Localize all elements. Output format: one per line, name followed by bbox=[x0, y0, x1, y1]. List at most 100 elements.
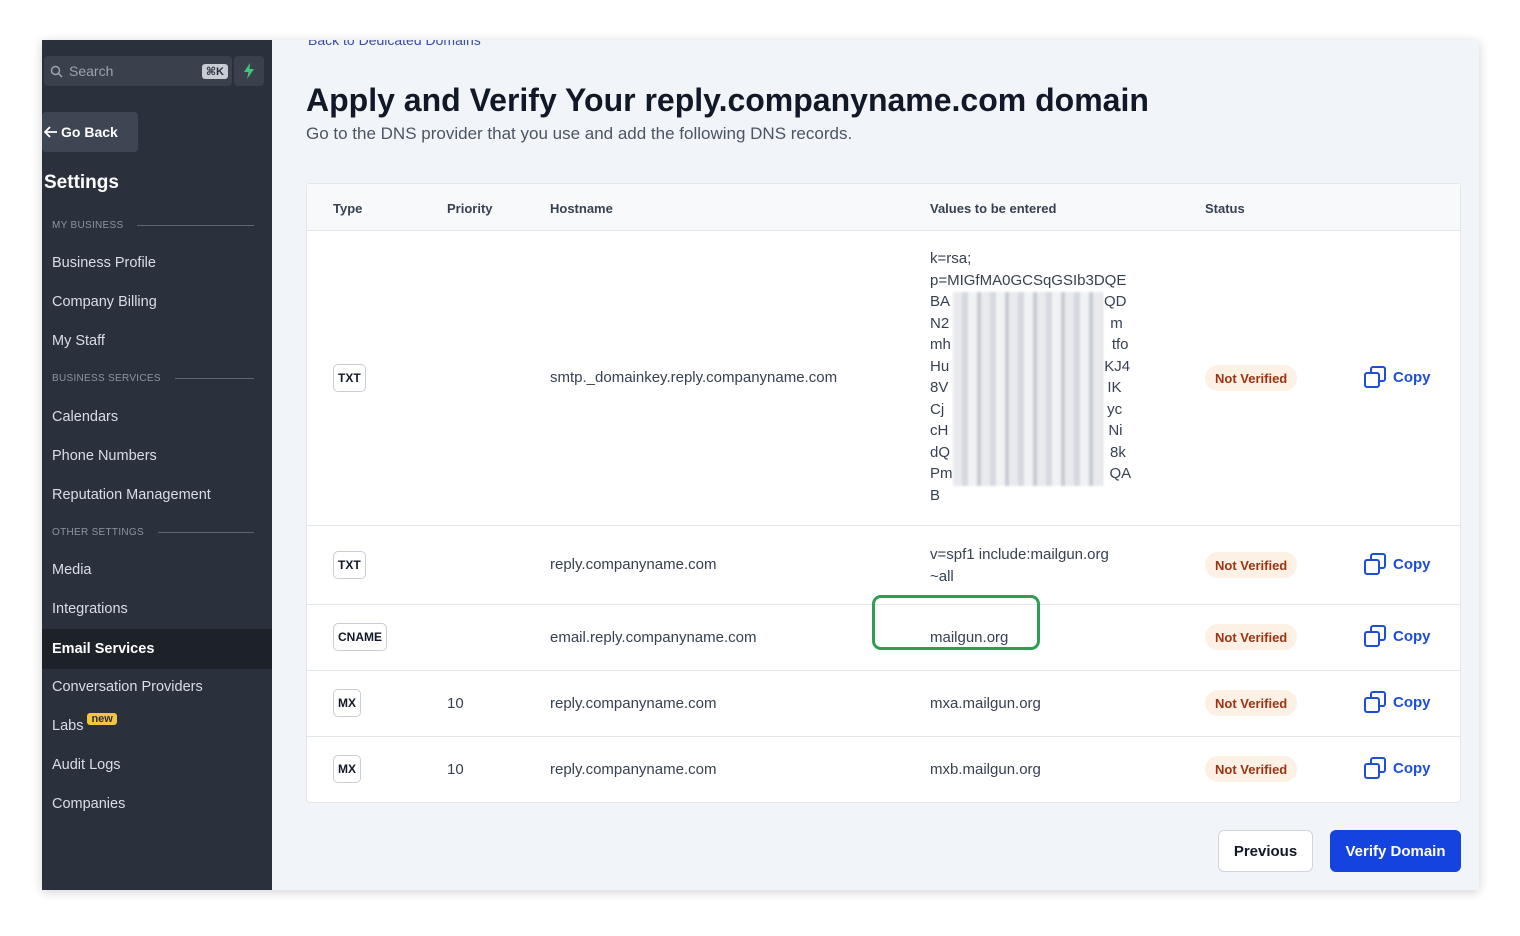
section-label: BUSINESS SERVICES bbox=[52, 373, 161, 384]
record-type-badge: TXT bbox=[333, 364, 366, 392]
search-icon bbox=[50, 65, 63, 78]
record-type-badge: CNAME bbox=[333, 623, 387, 651]
record-type-badge: MX bbox=[333, 689, 361, 717]
value-suffix: yc bbox=[1107, 400, 1123, 418]
hostname-cell: reply.companyname.com bbox=[550, 761, 717, 778]
sidebar-item-integrations[interactable]: Integrations bbox=[52, 601, 128, 617]
status-badge: Not Verified bbox=[1205, 552, 1298, 578]
copy-icon bbox=[1364, 553, 1386, 575]
value-prefix: Hu bbox=[930, 357, 950, 375]
sidebar-item-labs[interactable]: Labs new bbox=[52, 713, 117, 734]
copy-button[interactable]: Copy bbox=[1363, 690, 1431, 714]
value-suffix: QD bbox=[1104, 293, 1127, 310]
main-content: Back to Dedicated Domains Apply and Veri… bbox=[272, 40, 1479, 890]
copy-icon bbox=[1364, 625, 1386, 647]
sidebar-item-conversation-providers[interactable]: Conversation Providers bbox=[52, 679, 203, 695]
value-prefix: N2 bbox=[930, 314, 950, 332]
copy-label: Copy bbox=[1393, 627, 1431, 645]
table-row: TXT reply.companyname.com v=spf1 include… bbox=[307, 526, 1460, 605]
value-line: B bbox=[930, 486, 941, 504]
value-line: ~all bbox=[930, 567, 954, 585]
sidebar-title: Settings bbox=[44, 172, 119, 193]
sidebar-item-calendars[interactable]: Calendars bbox=[52, 409, 118, 425]
copy-button[interactable]: Copy bbox=[1363, 756, 1431, 780]
divider bbox=[137, 225, 254, 226]
value-suffix: IK bbox=[1107, 379, 1122, 396]
value-suffix: KJ4 bbox=[1104, 357, 1131, 375]
copy-icon bbox=[1364, 757, 1386, 779]
copy-button[interactable]: Copy bbox=[1363, 365, 1431, 389]
sidebar-item-my-staff[interactable]: My Staff bbox=[52, 333, 105, 349]
section-label: MY BUSINESS bbox=[52, 220, 124, 231]
search-shortcut: ⌘K bbox=[201, 63, 228, 79]
status-badge: Not Verified bbox=[1205, 624, 1298, 650]
hostname-cell: smtp._domainkey.reply.companyname.com bbox=[550, 369, 838, 386]
section-business-services: BUSINESS SERVICES bbox=[52, 373, 254, 384]
previous-button[interactable]: Previous bbox=[1218, 830, 1313, 872]
copy-button[interactable]: Copy bbox=[1363, 552, 1431, 576]
sidebar: Search ⌘K Go Back Settings MY BUSINESS B… bbox=[42, 40, 272, 890]
copy-label: Copy bbox=[1393, 368, 1431, 386]
hostname-cell: email.reply.companyname.com bbox=[550, 629, 757, 646]
sidebar-item-company-billing[interactable]: Company Billing bbox=[52, 294, 157, 310]
column-values: Values to be entered bbox=[930, 201, 1057, 216]
sidebar-item-media[interactable]: Media bbox=[52, 562, 92, 578]
copy-label: Copy bbox=[1393, 759, 1431, 777]
lightning-bolt-icon bbox=[244, 63, 254, 79]
sidebar-item-phone-numbers[interactable]: Phone Numbers bbox=[52, 448, 157, 464]
dns-records-table: Type Priority Hostname Values to be ente… bbox=[306, 183, 1461, 803]
go-back-button[interactable]: Go Back bbox=[42, 112, 138, 152]
copy-icon bbox=[1364, 691, 1386, 713]
quick-actions-button[interactable] bbox=[234, 56, 264, 86]
copy-button[interactable]: Copy bbox=[1363, 624, 1431, 648]
search-input[interactable]: Search ⌘K bbox=[44, 56, 232, 86]
sidebar-item-email-services[interactable]: Email Services bbox=[42, 629, 272, 669]
hostname-cell: reply.companyname.com bbox=[550, 556, 717, 573]
redacted-value-blur bbox=[953, 292, 1103, 486]
value-suffix: m bbox=[1110, 314, 1123, 332]
value-prefix: BA bbox=[930, 293, 951, 310]
value-prefix: dQ bbox=[930, 443, 951, 461]
sidebar-item-labs-label: Labs bbox=[52, 718, 84, 734]
table-row: MX 10 reply.companyname.com mxa.mailgun.… bbox=[307, 671, 1460, 737]
value-suffix: 8k bbox=[1110, 443, 1126, 461]
arrow-left-icon bbox=[44, 126, 57, 138]
status-badge: Not Verified bbox=[1205, 756, 1298, 782]
status-badge: Not Verified bbox=[1205, 365, 1298, 391]
copy-label: Copy bbox=[1393, 693, 1431, 711]
priority-cell: 10 bbox=[447, 695, 464, 712]
priority-cell: 10 bbox=[447, 761, 464, 778]
record-type-badge: MX bbox=[333, 755, 361, 783]
value-line: k=rsa; bbox=[930, 250, 972, 267]
value-prefix: 8V bbox=[930, 379, 949, 396]
page-subtitle: Go to the DNS provider that you use and … bbox=[306, 124, 853, 143]
value-prefix: mh bbox=[930, 336, 951, 353]
sidebar-item-companies[interactable]: Companies bbox=[52, 796, 125, 812]
search-placeholder: Search bbox=[69, 63, 114, 79]
sidebar-item-business-profile[interactable]: Business Profile bbox=[52, 255, 156, 271]
page-title: Apply and Verify Your reply.companyname.… bbox=[306, 82, 1149, 118]
value-suffix: tfo bbox=[1111, 336, 1129, 353]
table-header: Type Priority Hostname Values to be ente… bbox=[307, 184, 1460, 231]
go-back-label: Go Back bbox=[61, 124, 118, 140]
copy-label: Copy bbox=[1393, 555, 1431, 573]
new-badge: new bbox=[87, 713, 117, 725]
value-prefix: Pm bbox=[930, 465, 953, 482]
sidebar-item-audit-logs[interactable]: Audit Logs bbox=[52, 757, 121, 773]
divider bbox=[174, 378, 254, 379]
table-row: TXT smtp._domainkey.reply.companyname.co… bbox=[307, 231, 1460, 526]
hostname-cell: reply.companyname.com bbox=[550, 695, 717, 712]
value-line: p=MIGfMA0GCSqGSIb3DQE bbox=[930, 271, 1127, 289]
column-hostname: Hostname bbox=[550, 201, 613, 216]
back-to-dedicated-domains-link[interactable]: Back to Dedicated Domains bbox=[308, 40, 481, 48]
table-row: MX 10 reply.companyname.com mxb.mailgun.… bbox=[307, 737, 1460, 803]
section-my-business: MY BUSINESS bbox=[52, 220, 254, 231]
value-prefix: cH bbox=[930, 422, 949, 439]
record-type-badge: TXT bbox=[333, 551, 366, 579]
sidebar-item-reputation-management[interactable]: Reputation Management bbox=[52, 487, 211, 503]
value-prefix: Cj bbox=[930, 400, 945, 418]
verify-domain-button[interactable]: Verify Domain bbox=[1330, 830, 1461, 872]
highlight-box bbox=[872, 595, 1040, 650]
copy-icon bbox=[1364, 366, 1386, 388]
value-cell: mxb.mailgun.org bbox=[930, 761, 1041, 778]
